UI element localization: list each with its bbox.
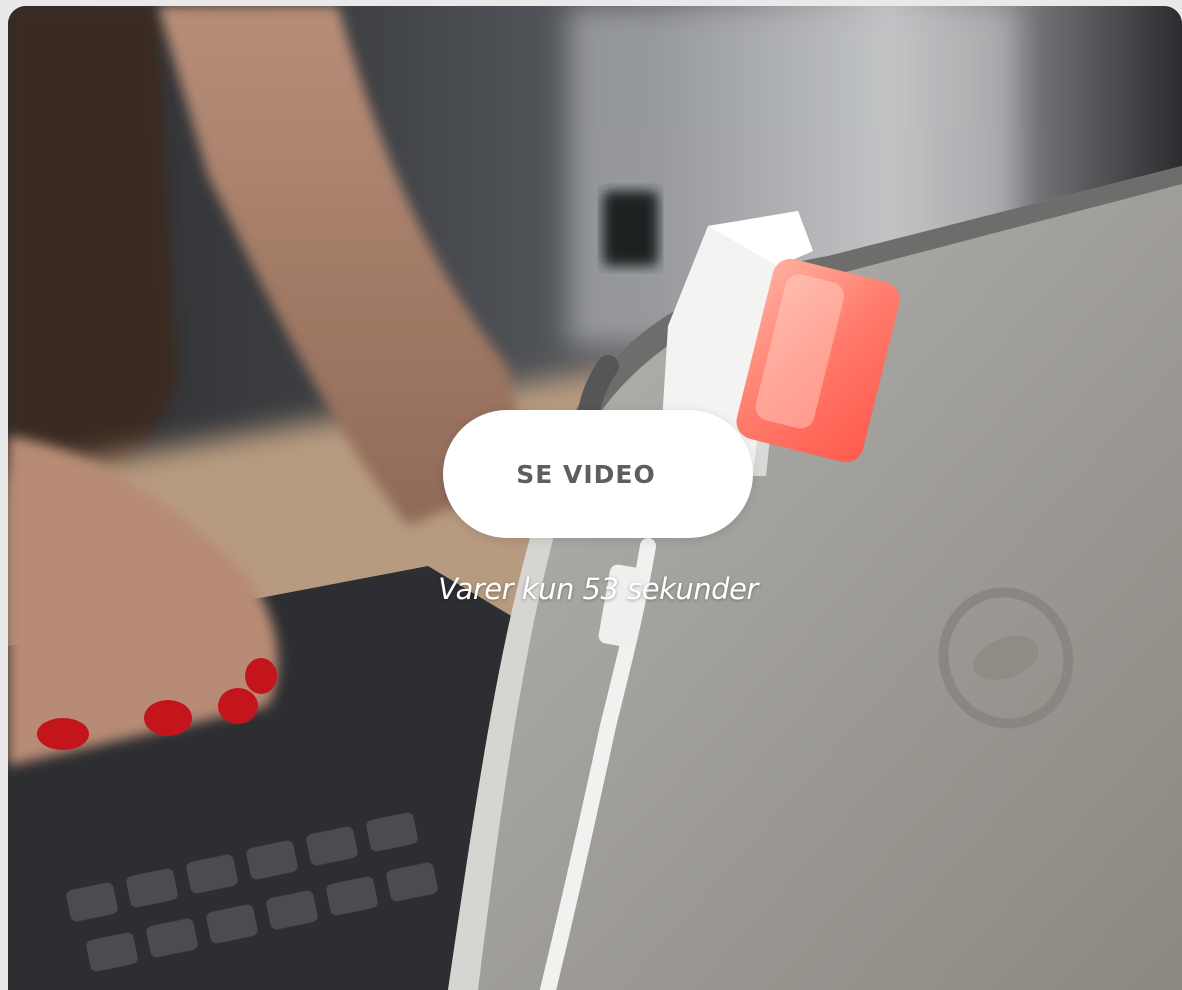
video-thumbnail-card[interactable]: SE VIDEO Varer kun 53 sekunder <box>8 6 1182 990</box>
see-video-button[interactable]: SE VIDEO <box>443 410 753 538</box>
video-duration-caption: Varer kun 53 sekunder <box>438 572 758 606</box>
see-video-button-label: SE VIDEO <box>516 459 656 489</box>
